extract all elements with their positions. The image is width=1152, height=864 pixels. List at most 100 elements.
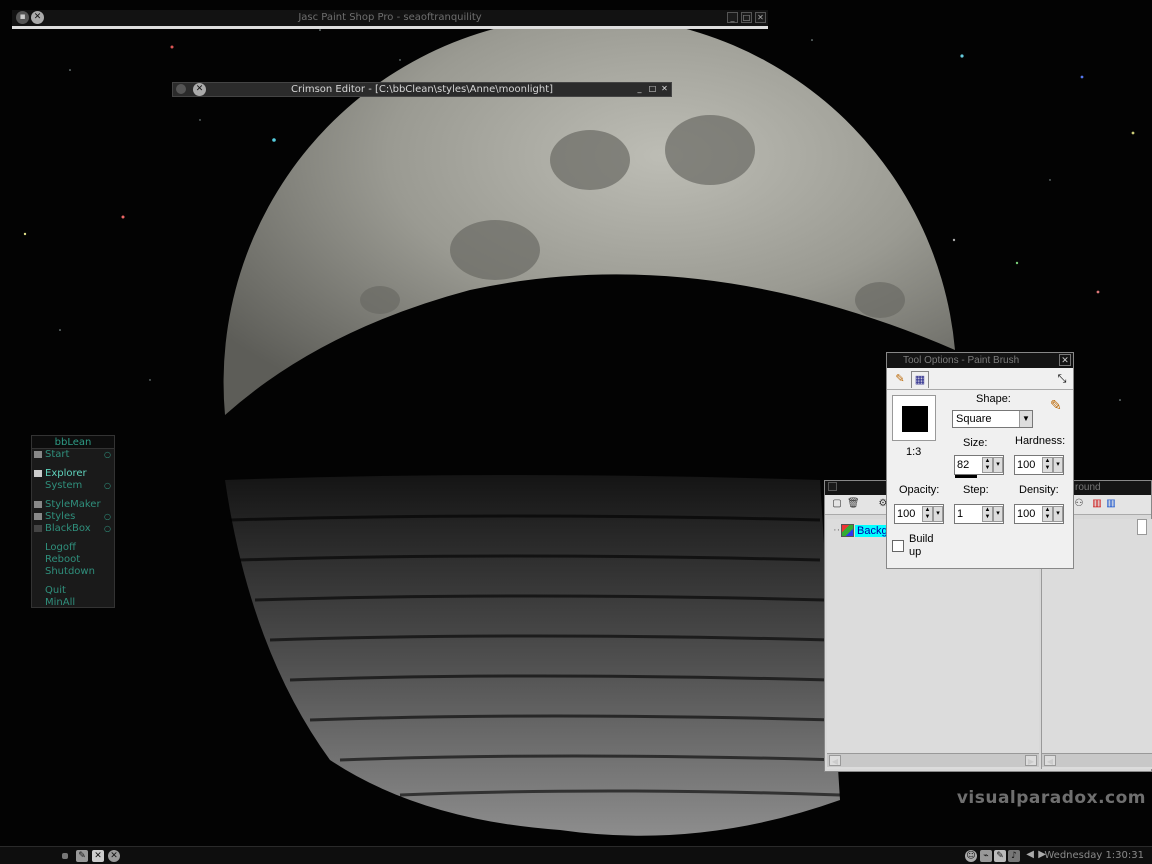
blackbox-icon [34, 525, 42, 532]
app-task-icon[interactable]: ✕ [108, 850, 120, 862]
menu-title: bbLean [32, 436, 114, 449]
spin-up-down-icon[interactable]: ▲ ▼ [1042, 457, 1053, 473]
menu-item-quit[interactable]: Quit [32, 585, 114, 597]
bullet-icon [62, 853, 68, 859]
watermark-text: visualparadox.com [956, 788, 1146, 808]
minimize-button[interactable]: _ [727, 12, 738, 23]
close-button[interactable]: ✕ [1059, 354, 1071, 366]
crimson-app-icon[interactable]: ✕ [193, 83, 206, 96]
opacity-label: Opacity: [899, 484, 940, 496]
tool-options-tabs: ✎ ▦ ⤡ [887, 368, 1073, 390]
layer-row-background[interactable]: ·· Backg [833, 523, 890, 539]
step-spinner[interactable]: 1 ▲ ▼ ▾ [954, 504, 1004, 524]
menu-item-start[interactable]: Start ○ [32, 449, 114, 461]
window-title: Crimson Editor - [C:\bbClean\styles\Anne… [290, 84, 554, 95]
build-up-label: Build [909, 533, 934, 545]
spin-up-down-icon[interactable]: ▲ ▼ [1042, 506, 1053, 522]
menu-item-styles[interactable]: Styles ○ [32, 511, 114, 523]
shape-label: Shape: [976, 393, 1011, 405]
tray-speaker-icon[interactable]: ♪ [1008, 850, 1020, 862]
layer-palette-title: round [1075, 482, 1101, 493]
submenu-arrow-icon: ○ [104, 512, 111, 521]
menu-item-system[interactable]: System ○ [32, 480, 114, 492]
size-slider-bar [955, 475, 977, 478]
slider-dropdown-icon[interactable]: ▾ [1053, 457, 1063, 473]
slider-dropdown-icon[interactable]: ▾ [1053, 506, 1063, 522]
minimize-button[interactable]: _ [634, 84, 645, 95]
horizontal-scrollbar[interactable]: ◀ [1042, 753, 1152, 767]
previous-workspace-icon[interactable]: ◀ [1026, 849, 1034, 860]
paint-shop-pro-titlebar[interactable]: ▪ ✕ Jasc Paint Shop Pro - seaoftranquili… [12, 10, 768, 29]
menu-item-blackbox[interactable]: BlackBox ○ [32, 523, 114, 535]
scroll-left-icon[interactable]: ◀ [829, 755, 841, 766]
menu-item-shutdown[interactable]: Shutdown [32, 566, 114, 578]
menu-item-explorer[interactable]: Explorer [32, 468, 114, 480]
build-up-checkbox[interactable] [892, 540, 904, 552]
raster-layer-icon [841, 524, 854, 537]
taskbar: ✎ ✕ ✕ ☺ ⌁ ✎ ♪ ◀ ▶ Wednesday 1:30:31 [0, 846, 1152, 864]
window-title: Jasc Paint Shop Pro - seaoftranquility [298, 12, 482, 23]
clock[interactable]: Wednesday 1:30:31 [1044, 849, 1144, 863]
maximize-button[interactable]: □ [647, 84, 658, 95]
density-spinner[interactable]: 100 ▲ ▼ ▾ [1014, 504, 1064, 524]
computer-icon [34, 470, 42, 477]
close-button[interactable]: ✕ [659, 84, 670, 95]
brush-shape-preview [902, 406, 928, 432]
density-label: Density: [1019, 484, 1059, 496]
paint-shop-pro-task-icon[interactable]: ✎ [76, 850, 88, 862]
scroll-right-icon[interactable]: ▶ [1025, 755, 1037, 766]
folder-icon [34, 451, 42, 458]
slider-dropdown-icon[interactable]: ▾ [993, 506, 1003, 522]
tray-paint-icon[interactable]: ✎ [994, 850, 1006, 862]
spin-up-down-icon[interactable]: ▲ ▼ [922, 506, 933, 522]
layer-group-icon[interactable]: ▥ [1091, 498, 1103, 510]
hardness-spinner[interactable]: 100 ▲ ▼ ▾ [1014, 455, 1064, 475]
menu-item-minall[interactable]: MinAll [32, 597, 114, 609]
hardness-label: Hardness: [1015, 435, 1066, 447]
app-icon [34, 501, 42, 508]
submenu-arrow-icon: ○ [104, 481, 111, 490]
tool-options-titlebar[interactable]: Tool Options - Paint Brush ✕ [887, 353, 1073, 368]
preview-ratio: 1:3 [906, 446, 922, 458]
tray-smiley-icon[interactable]: ☺ [965, 850, 977, 862]
submenu-arrow-icon: ○ [104, 450, 111, 459]
layer-field[interactable] [1137, 519, 1147, 535]
menu-item-stylemaker[interactable]: StyleMaker [32, 499, 114, 511]
spin-up-down-icon[interactable]: ▲ ▼ [982, 506, 993, 522]
opacity-spinner[interactable]: 100 ▲ ▼ ▾ [894, 504, 944, 524]
brush-tab-icon[interactable]: ✎ [891, 371, 909, 388]
slider-dropdown-icon[interactable]: ▾ [933, 506, 943, 522]
window-menu-icon[interactable]: ▪ [16, 11, 29, 24]
tray-network-icon[interactable]: ⌁ [980, 850, 992, 862]
tool-options-window: Tool Options - Paint Brush ✕ ✎ ▦ ⤡ 1:3 S… [886, 352, 1074, 569]
horizontal-scrollbar[interactable]: ◀ ▶ [827, 753, 1039, 767]
size-spinner[interactable]: 82 ▲ ▼ ▾ [954, 455, 1004, 478]
link-layer-icon[interactable]: ▥ [1105, 498, 1117, 510]
window-title: Tool Options - Paint Brush [903, 355, 1020, 366]
tool-options-menu-icon[interactable]: ⤡ [1053, 371, 1071, 388]
new-layer-icon[interactable]: ▢ [831, 498, 843, 510]
scroll-left-icon[interactable]: ◀ [1044, 755, 1056, 766]
brush-variance-icon[interactable]: ✎ [1050, 397, 1062, 414]
spin-up-down-icon[interactable]: ▲ ▼ [982, 457, 993, 473]
menu-item-reboot[interactable]: Reboot [32, 554, 114, 566]
folder-icon [34, 513, 42, 520]
window-menu-icon[interactable] [828, 482, 837, 491]
delete-layer-icon[interactable]: 🗑 [847, 498, 860, 510]
build-up-label-line2: up [909, 546, 922, 558]
close-button[interactable]: ✕ [755, 12, 766, 23]
tab-brush-settings[interactable]: ▦ [911, 371, 929, 388]
crimson-editor-titlebar[interactable]: ✕ Crimson Editor - [C:\bbClean\styles\An… [172, 82, 672, 97]
layer-name: Backg [855, 525, 890, 537]
shape-select[interactable]: Square ▼ [952, 410, 1033, 428]
crimson-editor-task-icon[interactable]: ✕ [92, 850, 104, 862]
step-label: Step: [963, 484, 989, 496]
slider-dropdown-icon[interactable]: ▾ [993, 457, 1003, 473]
maximize-button[interactable]: □ [741, 12, 752, 23]
size-label: Size: [963, 437, 988, 449]
psp-app-icon[interactable]: ✕ [31, 11, 44, 24]
menu-item-logoff[interactable]: Logoff [32, 542, 114, 554]
window-menu-icon[interactable] [176, 84, 186, 94]
chevron-down-icon[interactable]: ▼ [1019, 411, 1032, 427]
mask-icon[interactable]: ⚇ [1073, 498, 1085, 510]
